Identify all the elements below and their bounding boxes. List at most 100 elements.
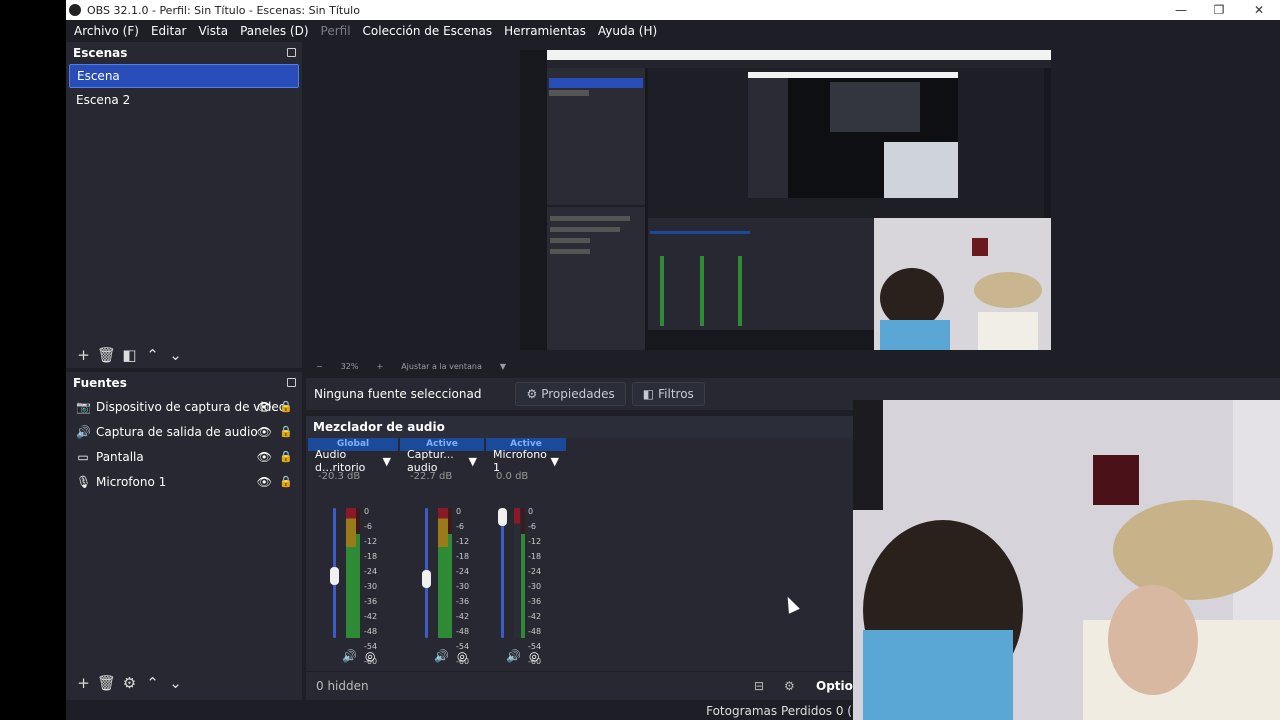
preview-area[interactable]	[310, 42, 1280, 358]
scale-tick: -18	[456, 552, 470, 561]
remove-source-button[interactable]: 🗑	[95, 672, 118, 694]
visibility-eye-icon[interactable]: 👁	[257, 450, 272, 464]
zoom-out-button[interactable]: −	[316, 362, 323, 371]
monitor-icon: ▭	[77, 449, 89, 464]
fit-to-window-select[interactable]: Ajustar a la ventana	[401, 362, 482, 371]
visibility-eye-icon[interactable]: 👁	[257, 400, 272, 414]
volume-fader[interactable]	[501, 508, 504, 638]
preview-zoom-bar: − 32% + Ajustar a la ventana ▼	[310, 358, 1280, 374]
scene-filters-button[interactable]: ◧	[118, 344, 141, 366]
preview-canvas[interactable]	[520, 50, 1051, 350]
scale-tick: -18	[364, 552, 378, 561]
scale-tick: 0	[364, 507, 370, 516]
undock-icon[interactable]	[287, 48, 296, 57]
move-scene-down-button[interactable]: ⌄	[164, 344, 187, 366]
undock-icon[interactable]	[287, 378, 296, 387]
mute-speaker-icon[interactable]: 🔊	[342, 649, 357, 663]
source-settings-gear-icon[interactable]: ⚙	[118, 672, 141, 694]
channel-name-select[interactable]: Microfono 1 ▼	[486, 448, 566, 474]
source-label: Microfono 1	[96, 474, 167, 489]
scene-item-escena-2[interactable]: Escena 2	[69, 88, 299, 112]
source-label: Captura de salida de audio	[96, 424, 258, 439]
sources-title: Fuentes	[73, 376, 127, 390]
scene-item-escena[interactable]: Escena	[69, 64, 299, 88]
menu-ayuda[interactable]: Ayuda (H)	[592, 24, 663, 38]
menu-perfil[interactable]: Perfil	[315, 24, 357, 38]
channel-controls: 🔊 ◎	[506, 649, 539, 663]
microphone-icon: 🎙	[76, 474, 92, 489]
menu-bar: Archivo (F) Editar Vista Paneles (D) Per…	[66, 20, 1280, 42]
level-meter-peak	[521, 508, 525, 638]
scale-tick: -24	[528, 567, 542, 576]
move-source-down-button[interactable]: ⌄	[164, 672, 187, 694]
camera-icon: 📷	[76, 399, 91, 414]
lock-icon[interactable]: 🔒	[279, 450, 293, 463]
properties-button[interactable]: ⚙ Propiedades	[515, 382, 626, 406]
scale-tick: -24	[364, 567, 378, 576]
maximize-button[interactable]: ❐	[1204, 0, 1234, 20]
channel-name-select[interactable]: Captur... audio ▼	[400, 448, 484, 474]
volume-fader-knob[interactable]	[498, 508, 507, 526]
mixer-channel: Global Audio d...ritorio ▼ -20.3 dB 0 -6 …	[308, 438, 398, 671]
scale-tick: -42	[364, 612, 378, 621]
scale-tick: -6	[528, 522, 536, 531]
visibility-eye-icon[interactable]: 👁	[257, 475, 272, 489]
source-item[interactable]: ▭ Pantalla 👁 🔒	[66, 444, 302, 469]
zoom-in-button[interactable]: +	[376, 362, 383, 371]
remove-scene-button[interactable]: 🗑	[95, 344, 118, 366]
scale-tick: -30	[456, 582, 470, 591]
menu-paneles[interactable]: Paneles (D)	[234, 24, 314, 38]
mixer-settings-gear-icon[interactable]: ⚙	[784, 679, 795, 693]
hidden-count: 0 hidden	[316, 679, 369, 693]
sources-dock: Fuentes 📷 Dispositivo de captura de vide…	[66, 372, 302, 700]
scale-tick: -30	[528, 582, 542, 591]
lock-icon[interactable]: 🔒	[279, 475, 293, 488]
source-label: Pantalla	[96, 449, 144, 464]
channel-db: -20.3 dB	[318, 471, 361, 482]
source-item[interactable]: 🔊 Captura de salida de audio 👁 🔒	[66, 419, 302, 444]
scale-tick: -30	[364, 582, 378, 591]
sources-toolbar: + 🗑 ⚙ ⌃ ⌄	[66, 670, 187, 696]
menu-herramientas[interactable]: Herramientas	[498, 24, 592, 38]
lock-icon[interactable]: 🔒	[279, 400, 293, 413]
volume-fader-knob[interactable]	[330, 567, 339, 586]
zoom-level: 32%	[340, 361, 359, 371]
mute-speaker-icon[interactable]: 🔊	[434, 649, 449, 663]
no-source-label: Ninguna fuente seleccionad	[314, 387, 482, 401]
filter-icon: ◧	[642, 387, 655, 401]
monitor-headphones-icon[interactable]: ◎	[457, 649, 467, 663]
scale-tick: -36	[456, 597, 470, 606]
menu-coleccion-escenas[interactable]: Colección de Escenas	[357, 24, 499, 38]
obs-logo-icon	[69, 4, 81, 16]
minimize-button[interactable]: —	[1166, 0, 1196, 20]
webcam-image	[853, 400, 1280, 720]
properties-label: Propiedades	[541, 387, 615, 401]
monitor-headphones-icon[interactable]: ◎	[529, 649, 539, 663]
menu-vista[interactable]: Vista	[192, 24, 234, 38]
scale-tick: -48	[364, 627, 378, 636]
close-button[interactable]: ✕	[1244, 0, 1274, 20]
gear-icon: ⚙	[526, 387, 538, 401]
add-scene-button[interactable]: +	[72, 344, 95, 366]
lock-icon[interactable]: 🔒	[279, 425, 293, 438]
layout-toggle-icon[interactable]: ⊟	[754, 679, 764, 693]
move-scene-up-button[interactable]: ⌃	[141, 344, 164, 366]
menu-archivo[interactable]: Archivo (F)	[68, 24, 145, 38]
add-source-button[interactable]: +	[72, 672, 95, 694]
source-item[interactable]: 🎙 Microfono 1 👁 🔒	[66, 469, 302, 494]
mute-speaker-icon[interactable]: 🔊	[506, 649, 521, 663]
move-source-up-button[interactable]: ⌃	[141, 672, 164, 694]
scale-tick: -48	[528, 627, 542, 636]
window-title: OBS 32.1.0 - Perfil: Sin Título - Escena…	[87, 3, 360, 17]
channel-name-select[interactable]: Audio d...ritorio ▼	[308, 448, 398, 474]
source-item[interactable]: 📷 Dispositivo de captura de video 👁 🔒	[66, 394, 302, 419]
filters-button[interactable]: ◧ Filtros	[631, 382, 705, 406]
chevron-down-icon[interactable]: ▼	[500, 362, 506, 371]
volume-fader-knob[interactable]	[422, 569, 431, 588]
scale-tick: -48	[456, 627, 470, 636]
scenes-toolbar: + 🗑 ◧ ⌃ ⌄	[66, 342, 187, 368]
visibility-eye-icon[interactable]: 👁	[257, 425, 272, 439]
menu-editar[interactable]: Editar	[145, 24, 193, 38]
monitor-headphones-icon[interactable]: ◎	[365, 649, 375, 663]
mixer-channel: Active Captur... audio ▼ -22.7 dB 0 -6 -1…	[400, 438, 484, 671]
